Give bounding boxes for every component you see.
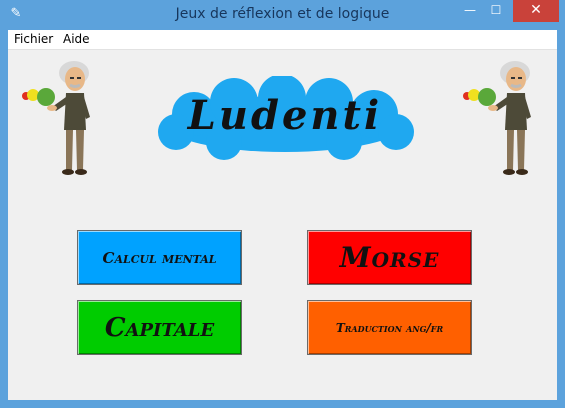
title-bar[interactable]: ✎ Jeux de réflexion et de logique — ☐ ✕ [0, 0, 565, 30]
maximize-button[interactable]: ☐ [483, 0, 509, 22]
menu-aide[interactable]: Aide [63, 32, 90, 46]
logo-text: Ludenti [187, 92, 383, 139]
traduction-button[interactable]: Traduction ang/fr [307, 300, 472, 355]
einstein-right-icon [463, 61, 531, 175]
minimize-button[interactable]: — [457, 0, 483, 22]
logo: Ludenti [154, 74, 416, 164]
einstein-left-icon [22, 61, 90, 175]
menu-fichier[interactable]: Fichier [14, 32, 53, 46]
close-button[interactable]: ✕ [513, 0, 559, 22]
calcul-mental-button[interactable]: Calcul mental [77, 230, 242, 285]
menu-bar: Fichier Aide [8, 30, 557, 50]
client-area: Fichier Aide Ludenti Calcul mental Morse… [8, 30, 557, 400]
morse-button[interactable]: Morse [307, 230, 472, 285]
capitale-button[interactable]: Capitale [77, 300, 242, 355]
app-window: ✎ Jeux de réflexion et de logique — ☐ ✕ … [0, 0, 565, 408]
